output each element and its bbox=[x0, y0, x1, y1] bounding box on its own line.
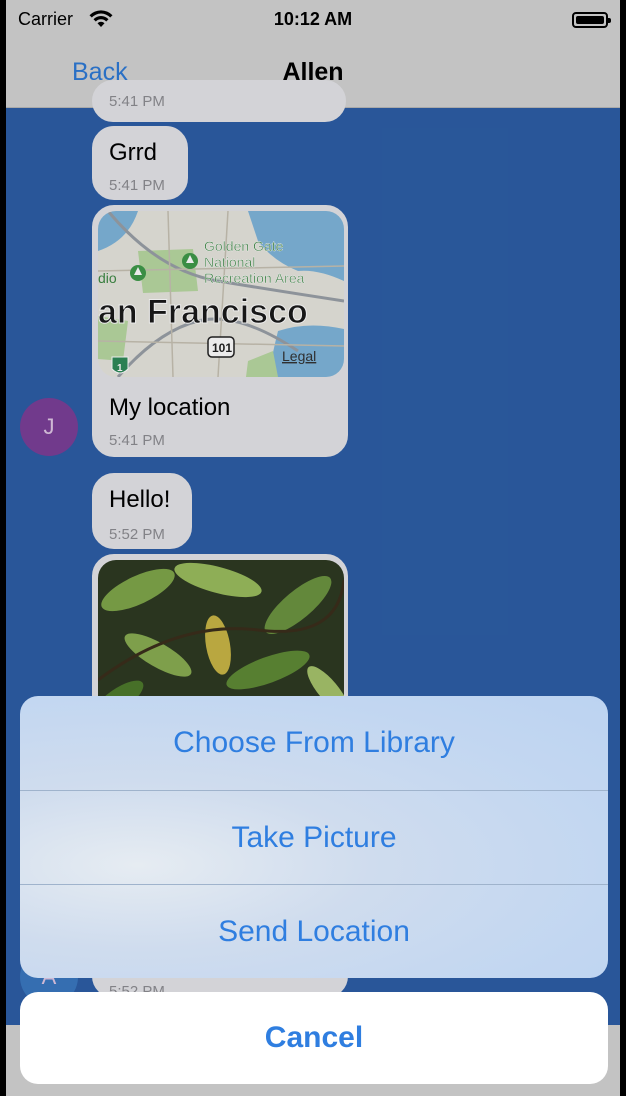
send-location-button[interactable]: Send Location bbox=[20, 885, 608, 978]
choose-from-library-button[interactable]: Choose From Library bbox=[20, 696, 608, 790]
chat-screen: Carrier 10:12 AM Allen Back 5:41 PM Grrd… bbox=[6, 0, 620, 1096]
action-sheet: Choose From Library Take Picture Send Lo… bbox=[20, 696, 608, 978]
cancel-button[interactable]: Cancel bbox=[20, 992, 608, 1084]
take-picture-button[interactable]: Take Picture bbox=[20, 791, 608, 885]
